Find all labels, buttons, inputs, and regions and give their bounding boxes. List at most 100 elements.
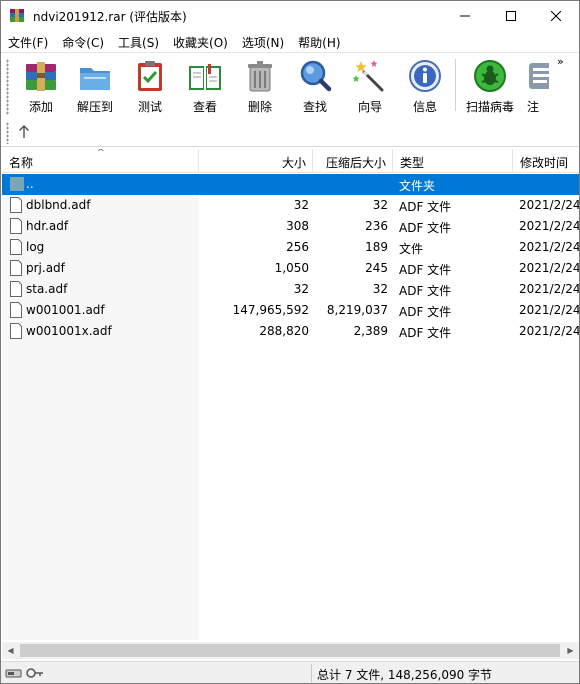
list-item-file[interactable]: sta.adf 32 32 ADF 文件 2021/2/24 — [2, 279, 579, 300]
menu-options[interactable]: 选项(N) — [235, 31, 291, 52]
column-name-label: 名称 — [9, 156, 34, 170]
scrollbar-thumb[interactable] — [20, 644, 560, 657]
menu-tools[interactable]: 工具(S) — [111, 31, 166, 52]
title-bar[interactable]: ndvi201912.rar (评估版本) — [1, 1, 579, 31]
column-header-size[interactable]: 大小 — [199, 149, 313, 173]
close-button[interactable] — [533, 1, 579, 31]
file-type: ADF 文件 — [399, 326, 452, 340]
list-item-file[interactable]: prj.adf 1,050 245 ADF 文件 2021/2/24 — [2, 258, 579, 279]
list-item-file[interactable]: dblbnd.adf 32 32 ADF 文件 2021/2/24 — [2, 195, 579, 216]
file-packed-size: 8,219,037 — [326, 303, 388, 317]
column-header-packed[interactable]: 压缩后大小 — [313, 149, 393, 173]
file-modified: 2021/2/24 — [519, 261, 579, 275]
list-item-file[interactable]: w001001x.adf 288,820 2,389 ADF 文件 2021/2… — [2, 321, 579, 342]
extract-to-button[interactable]: 解压到 — [67, 56, 123, 116]
comment-button[interactable]: 注 — [519, 56, 549, 116]
scroll-right-icon[interactable]: ▶ — [562, 642, 579, 659]
list-item-file[interactable]: hdr.adf 308 236 ADF 文件 2021/2/24 — [2, 216, 579, 237]
file-size: 1,050 — [274, 261, 309, 275]
file-modified: 2021/2/24 — [519, 219, 579, 233]
file-name: log — [26, 240, 45, 254]
file-packed-size: 245 — [365, 261, 388, 275]
comment-icon — [529, 63, 549, 89]
menu-bar: 文件(F) 命令(C) 工具(S) 收藏夹(O) 选项(N) 帮助(H) — [1, 31, 579, 52]
virus-scan-button[interactable]: 扫描病毒 — [462, 56, 518, 116]
file-packed-size — [313, 174, 388, 195]
file-name: w001001.adf — [26, 303, 105, 317]
status-summary: 总计 7 文件, 148,256,090 字节 — [317, 668, 493, 682]
file-modified: 2021/2/24 — [519, 198, 579, 212]
file-type: ADF 文件 — [399, 200, 452, 214]
magnifier-icon — [300, 60, 332, 92]
file-size: 32 — [293, 282, 309, 296]
column-header-type[interactable]: 类型 — [393, 149, 513, 173]
menu-commands[interactable]: 命令(C) — [55, 31, 111, 52]
file-modified: 2021/2/24 — [519, 303, 579, 317]
file-icon — [10, 323, 22, 339]
winrar-window: ndvi201912.rar (评估版本) 文件(F) 命令(C) 工具(S) … — [0, 0, 580, 684]
file-icon — [10, 239, 22, 255]
file-icon — [10, 302, 22, 318]
file-type: ADF 文件 — [399, 284, 452, 298]
file-type: ADF 文件 — [399, 305, 452, 319]
file-packed-size: 32 — [372, 198, 388, 212]
trash-can-icon — [248, 61, 272, 92]
menu-help[interactable]: 帮助(H) — [291, 31, 347, 52]
address-grip[interactable] — [6, 122, 9, 144]
view-button[interactable]: 查看 — [177, 56, 233, 116]
folder-icon — [10, 177, 24, 191]
find-button[interactable]: 查找 — [287, 56, 343, 116]
info-icon — [409, 60, 441, 92]
up-one-level-icon[interactable] — [17, 123, 31, 139]
minimize-button[interactable] — [442, 1, 488, 31]
file-size: 32 — [293, 198, 309, 212]
file-size: 288,820 — [259, 324, 309, 338]
file-icon — [10, 218, 22, 234]
maximize-button[interactable] — [488, 1, 534, 31]
test-button[interactable]: 测试 — [122, 56, 178, 116]
status-separator — [311, 664, 312, 682]
wizard-button[interactable]: 向导 — [342, 56, 398, 116]
file-packed-size: 32 — [372, 282, 388, 296]
delete-button[interactable]: 删除 — [232, 56, 288, 116]
virus-scan-icon — [474, 60, 506, 92]
drive-and-key-icon[interactable] — [5, 666, 45, 680]
column-header-modified[interactable]: 修改时间 — [513, 149, 579, 173]
file-icon — [10, 281, 22, 297]
file-packed-size: 2,389 — [353, 324, 388, 338]
file-modified — [519, 174, 579, 195]
horizontal-scrollbar[interactable]: ◀ ▶ — [2, 642, 579, 659]
list-item-parent-folder[interactable]: .. 文件夹 — [2, 174, 579, 195]
file-size: 147,965,592 — [232, 303, 309, 317]
file-type: 文件 — [399, 242, 424, 256]
file-icon — [10, 197, 22, 213]
file-size: 308 — [286, 219, 309, 233]
file-packed-size: 236 — [365, 219, 388, 233]
file-icon — [10, 260, 22, 276]
add-archive-icon — [26, 62, 56, 91]
view-book-icon — [189, 64, 221, 90]
scroll-left-icon[interactable]: ◀ — [2, 642, 19, 659]
file-packed-size: 189 — [365, 240, 388, 254]
file-type: 文件夹 — [399, 179, 436, 193]
menu-favorites[interactable]: 收藏夹(O) — [166, 31, 235, 52]
file-size — [200, 174, 309, 195]
info-label: 信息 — [412, 100, 437, 114]
toolbar-overflow-chevron-icon[interactable]: » — [557, 55, 564, 68]
list-item-file[interactable]: w001001.adf 147,965,592 8,219,037 ADF 文件… — [2, 300, 579, 321]
menu-file[interactable]: 文件(F) — [1, 31, 55, 52]
winrar-app-icon[interactable] — [9, 8, 25, 24]
list-item-file[interactable]: log 256 189 文件 2021/2/24 — [2, 237, 579, 258]
file-size: 256 — [286, 240, 309, 254]
info-button[interactable]: 信息 — [397, 56, 453, 116]
window-title: ndvi201912.rar (评估版本) — [33, 10, 187, 24]
virus-scan-label: 扫描病毒 — [465, 100, 514, 114]
minimize-icon — [460, 15, 470, 17]
column-header-name[interactable]: 名称 ^ — [2, 149, 199, 173]
file-modified: 2021/2/24 — [519, 324, 579, 338]
file-list-header: 名称 ^ 大小 压缩后大小 类型 修改时间 — [2, 149, 579, 173]
maximize-icon — [506, 11, 516, 21]
file-modified: 2021/2/24 — [519, 240, 579, 254]
file-type: ADF 文件 — [399, 263, 452, 277]
sort-ascending-icon: ^ — [97, 149, 105, 158]
